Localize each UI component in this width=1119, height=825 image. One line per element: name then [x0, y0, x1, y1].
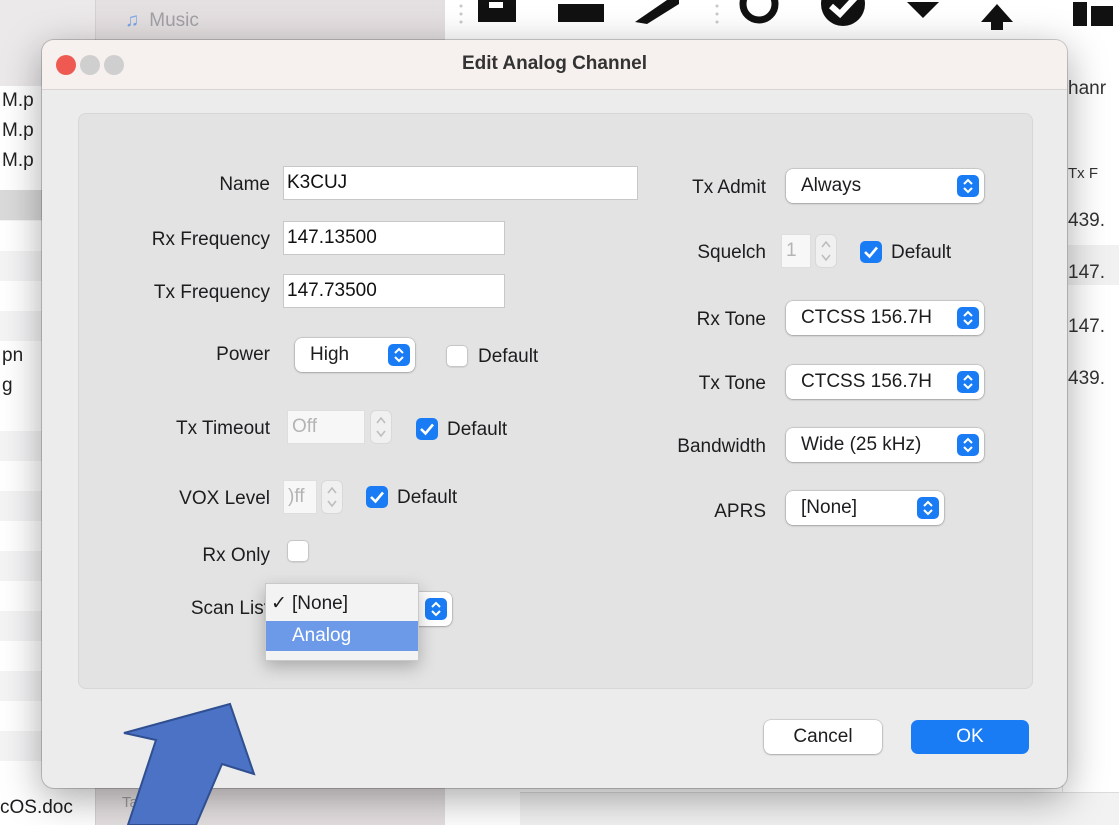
annotation-arrow [123, 702, 256, 825]
arrow-up-right-icon [123, 702, 256, 825]
